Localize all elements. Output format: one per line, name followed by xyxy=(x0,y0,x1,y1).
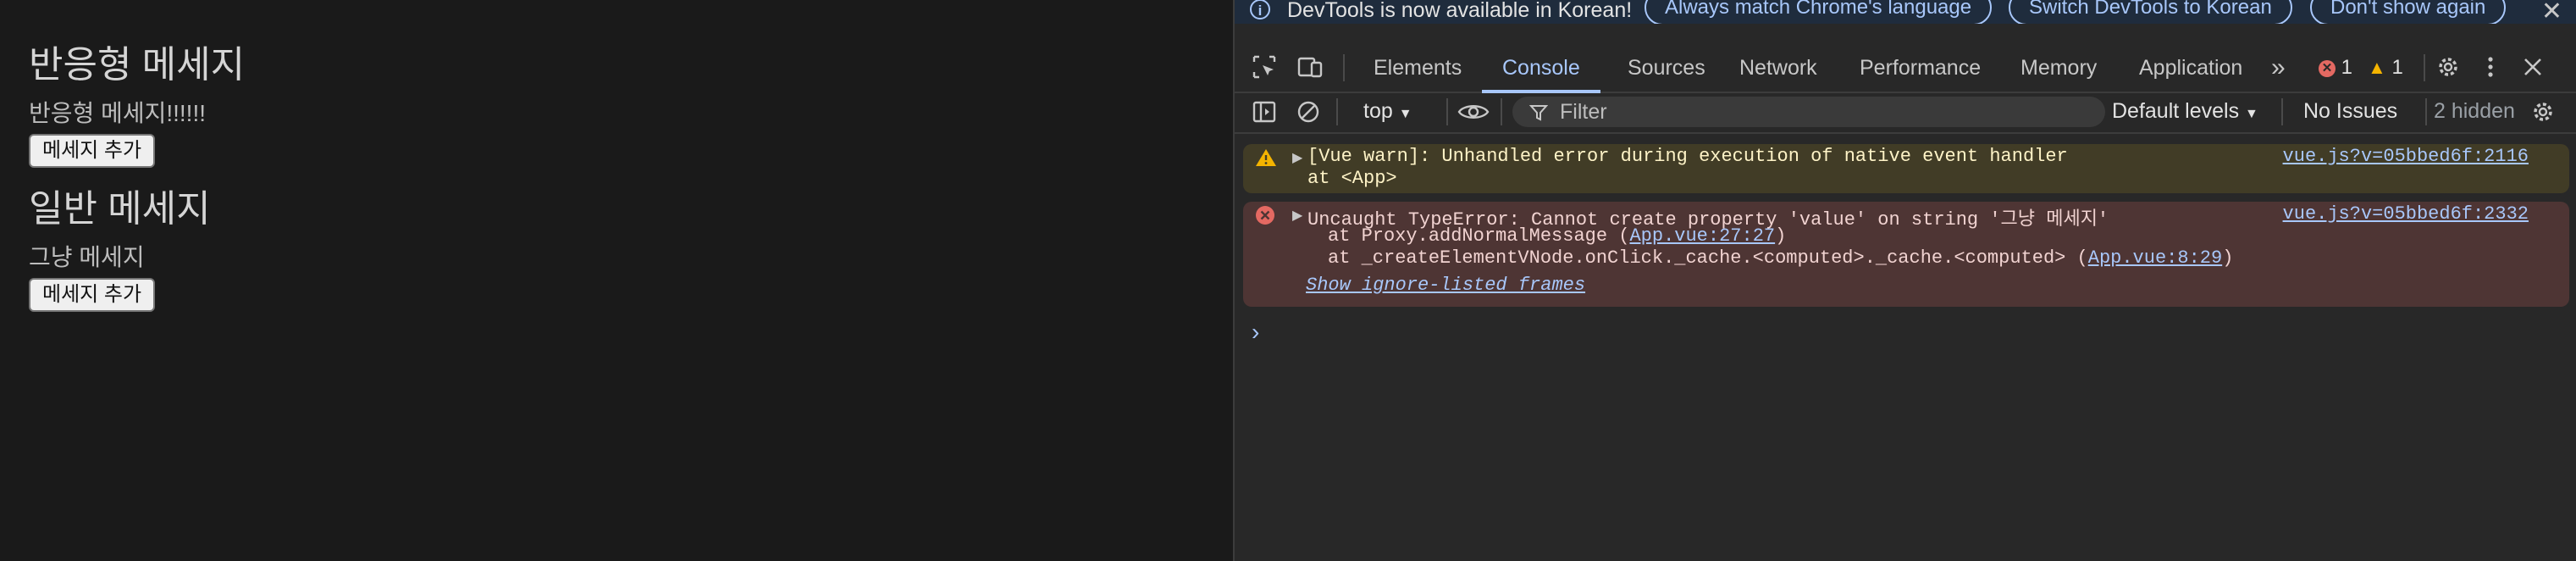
device-toolbar-icon[interactable] xyxy=(1297,54,1323,80)
warning-triangle-icon xyxy=(1256,149,1276,166)
devtools-panel: i DevTools is now available in Korean! A… xyxy=(1233,0,2576,561)
toolbar-divider xyxy=(1336,98,1338,125)
normal-message-text: 그냥 메세지 xyxy=(29,244,145,270)
stack-frame-2: at _createElementVNode.onClick._cache.<c… xyxy=(1328,247,2233,269)
error-circle-icon xyxy=(1256,206,1274,225)
caret-down-icon: ▼ xyxy=(2245,107,2258,121)
caret-down-icon: ▼ xyxy=(1398,107,1412,121)
inspect-element-icon[interactable] xyxy=(1252,54,1277,80)
console-prompt-icon[interactable]: › xyxy=(1252,319,1259,346)
show-ignore-listed-frames-link[interactable]: Show ignore-listed frames xyxy=(1306,275,1585,296)
reactive-message-text: 반응형 메세지!!!!!! xyxy=(29,100,207,126)
error-circle-icon: ✕ xyxy=(2319,59,2336,77)
console-error-message[interactable]: ▶ Uncaught TypeError: Cannot create prop… xyxy=(1243,202,2569,307)
console-toolbar: top ▼ Default levels ▼ No Issues 2 hidde… xyxy=(1235,92,2576,134)
console-warning-message[interactable]: ▶ [Vue warn]: Unhandled error during exe… xyxy=(1243,144,2569,193)
tab-performance[interactable]: Performance xyxy=(1860,44,1981,92)
more-options-kebab-icon[interactable] xyxy=(2478,54,2503,80)
clear-console-icon[interactable] xyxy=(1296,99,1321,125)
switch-to-korean-button[interactable]: Switch DevTools to Korean xyxy=(2009,0,2292,24)
stack-frame-1: at Proxy.addNormalMessage (App.vue:27:27… xyxy=(1328,225,1786,247)
close-icon[interactable]: ✕ xyxy=(2541,0,2562,24)
error-counter[interactable]: ✕ 1 xyxy=(2319,56,2352,80)
toolbar-divider xyxy=(2281,98,2283,125)
tab-elements[interactable]: Elements xyxy=(1374,44,1462,92)
more-tabs-chevron-icon[interactable]: » xyxy=(2271,44,2286,92)
reactive-message-title: 반응형 메세지 xyxy=(29,44,246,86)
warning-text-app: at <App> xyxy=(1307,168,1397,189)
log-levels-dropdown[interactable]: Default levels ▼ xyxy=(2112,99,2258,124)
expand-triangle-icon[interactable]: ▶ xyxy=(1292,207,1302,224)
infobar-message: DevTools is now available in Korean! xyxy=(1287,0,1633,22)
eye-icon[interactable] xyxy=(1457,99,1490,125)
toolbar-divider xyxy=(1446,98,1448,125)
settings-gear-icon[interactable] xyxy=(2435,54,2461,80)
tab-memory[interactable]: Memory xyxy=(2020,44,2097,92)
warning-count: 1 xyxy=(2391,56,2403,79)
app-page: 반응형 메세지 반응형 메세지!!!!!! 메세지 추가 일반 메세지 그냥 메… xyxy=(0,0,1233,561)
context-value: top xyxy=(1363,99,1393,123)
sidebar-toggle-icon[interactable] xyxy=(1252,99,1277,125)
dont-show-again-button[interactable]: Don't show again xyxy=(2310,0,2507,24)
issues-button[interactable]: No Issues xyxy=(2303,99,2397,124)
context-selector[interactable]: top ▼ xyxy=(1363,99,1412,124)
toolbar-divider xyxy=(1343,54,1345,81)
warning-text: [Vue warn]: Unhandled error during execu… xyxy=(1307,146,2068,167)
console-filter-input[interactable] xyxy=(1512,97,2105,127)
toolbar-divider xyxy=(1501,98,1502,125)
filter-funnel-icon xyxy=(1529,105,1548,121)
stack-frame-link[interactable]: App.vue:27:27 xyxy=(1629,225,1775,247)
stack-frame-prefix: at _createElementVNode.onClick._cache.<c… xyxy=(1328,247,2088,269)
devtools-tab-bar: Elements Console Sources Network Perform… xyxy=(1235,44,2576,93)
console-settings-gear-icon[interactable] xyxy=(2530,99,2556,125)
warning-triangle-icon: ▲ xyxy=(2368,57,2386,78)
tab-console[interactable]: Console xyxy=(1482,44,1600,93)
stack-frame-prefix: at Proxy.addNormalMessage ( xyxy=(1328,225,1630,247)
match-language-button[interactable]: Always match Chrome's language xyxy=(1645,0,1993,24)
error-source-link[interactable]: vue.js?v=05bbed6f:2332 xyxy=(2283,203,2529,225)
stack-frame-suffix: ) xyxy=(1775,225,1787,247)
info-icon: i xyxy=(1250,0,1270,19)
language-infobar: i DevTools is now available in Korean! A… xyxy=(1235,0,2576,24)
close-devtools-icon[interactable] xyxy=(2520,54,2546,80)
reactive-add-message-button[interactable]: 메세지 추가 xyxy=(29,134,156,168)
error-count: 1 xyxy=(2341,56,2353,79)
toolbar-divider xyxy=(2425,98,2427,125)
hidden-count: 2 hidden xyxy=(2434,99,2515,123)
toolbar-divider xyxy=(2424,54,2425,81)
normal-add-message-button[interactable]: 메세지 추가 xyxy=(29,278,156,312)
warning-counter[interactable]: ▲ 1 xyxy=(2368,56,2403,80)
stack-frame-link[interactable]: App.vue:8:29 xyxy=(2088,247,2222,269)
stack-frame-suffix: ) xyxy=(2222,247,2234,269)
tab-sources[interactable]: Sources xyxy=(1628,44,1705,92)
log-levels-label: Default levels xyxy=(2112,99,2240,123)
expand-triangle-icon[interactable]: ▶ xyxy=(1292,149,1302,166)
tab-application[interactable]: Application xyxy=(2139,44,2242,92)
warning-source-link[interactable]: vue.js?v=05bbed6f:2116 xyxy=(2283,146,2529,167)
normal-message-title: 일반 메세지 xyxy=(29,188,211,230)
tab-network[interactable]: Network xyxy=(1739,44,1817,92)
